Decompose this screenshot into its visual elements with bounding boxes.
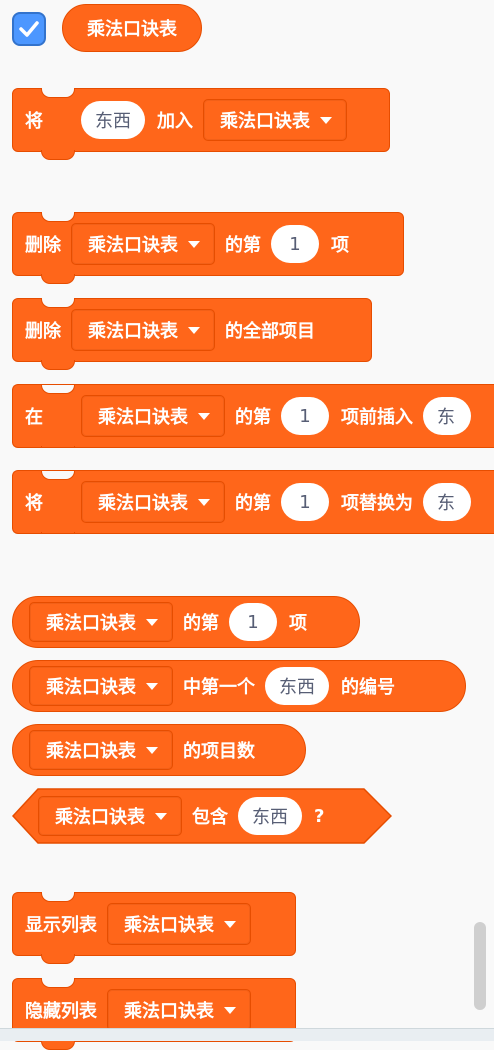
list-dropdown-label: 乘法口诀表 bbox=[46, 613, 136, 634]
value-input[interactable]: 东 bbox=[423, 483, 471, 521]
block-word: ? bbox=[314, 805, 325, 827]
block-word: 项前插入 bbox=[341, 407, 413, 428]
list-dropdown-label: 乘法口诀表 bbox=[98, 407, 188, 428]
list-dropdown-label: 乘法口诀表 bbox=[46, 677, 136, 698]
list-dropdown[interactable]: 乘法口诀表 bbox=[203, 99, 347, 141]
block-word: 中第一个 bbox=[183, 677, 255, 698]
block-word: 隐藏列表 bbox=[25, 1001, 97, 1022]
list-dropdown-label: 乘法口诀表 bbox=[98, 493, 188, 514]
block-word: 的第 bbox=[235, 493, 271, 514]
block-word: 的项目数 bbox=[183, 741, 255, 762]
list-monitor-checkbox[interactable] bbox=[12, 12, 46, 46]
item-of-list-reporter[interactable]: 乘法口诀表 的第 1 项 bbox=[12, 596, 360, 648]
block-word: 项替换为 bbox=[341, 493, 413, 514]
chevron-down-icon bbox=[188, 326, 200, 334]
chevron-down-icon bbox=[224, 1006, 236, 1014]
value-input[interactable]: 东 bbox=[423, 397, 471, 435]
chevron-down-icon bbox=[146, 746, 158, 754]
list-contains-boolean[interactable]: 乘法口诀表 包含 东西 ? bbox=[12, 788, 392, 844]
list-dropdown[interactable]: 乘法口诀表 bbox=[71, 309, 215, 351]
value-input[interactable]: 东西 bbox=[81, 101, 145, 139]
list-dropdown-label: 乘法口诀表 bbox=[124, 915, 214, 936]
list-dropdown[interactable]: 乘法口诀表 bbox=[107, 903, 251, 945]
chevron-down-icon bbox=[320, 116, 332, 124]
list-dropdown[interactable]: 乘法口诀表 bbox=[81, 481, 225, 523]
value-input[interactable]: 东西 bbox=[265, 667, 329, 705]
chevron-down-icon bbox=[188, 240, 200, 248]
insert-at-block[interactable]: 在 乘法口诀表 的第 1 项前插入 东 bbox=[12, 384, 494, 448]
list-dropdown-label: 乘法口诀表 bbox=[88, 321, 178, 342]
block-word: 的第 bbox=[235, 407, 271, 428]
chevron-down-icon bbox=[198, 498, 210, 506]
list-dropdown[interactable]: 乘法口诀表 bbox=[81, 395, 225, 437]
list-dropdown-label: 乘法口诀表 bbox=[88, 235, 178, 256]
item-number-reporter[interactable]: 乘法口诀表 中第一个 东西 的编号 bbox=[12, 660, 466, 712]
value-input[interactable]: 东西 bbox=[238, 797, 302, 835]
list-dropdown-label: 乘法口诀表 bbox=[124, 1001, 214, 1022]
checkmark-icon bbox=[19, 21, 39, 37]
index-input[interactable]: 1 bbox=[281, 483, 329, 521]
block-word: 的第 bbox=[183, 613, 219, 634]
list-reporter-label: 乘法口诀表 bbox=[87, 19, 177, 40]
block-word: 删除 bbox=[25, 235, 61, 256]
delete-item-block[interactable]: 删除 乘法口诀表 的第 1 项 bbox=[12, 212, 404, 284]
list-dropdown[interactable]: 乘法口诀表 bbox=[107, 989, 251, 1031]
index-input[interactable]: 1 bbox=[281, 397, 329, 435]
block-word: 的第 bbox=[225, 235, 261, 256]
index-input[interactable]: 1 bbox=[229, 603, 277, 641]
length-of-list-reporter[interactable]: 乘法口诀表 的项目数 bbox=[12, 724, 306, 776]
index-input[interactable]: 1 bbox=[271, 225, 319, 263]
chevron-down-icon bbox=[198, 412, 210, 420]
palette-scrollbar[interactable] bbox=[474, 922, 486, 1010]
list-dropdown-label: 乘法口诀表 bbox=[46, 741, 136, 762]
block-word: 的全部项目 bbox=[225, 321, 315, 342]
block-word: 删除 bbox=[25, 321, 61, 342]
chevron-down-icon bbox=[146, 682, 158, 690]
block-word: 包含 bbox=[192, 807, 228, 828]
delete-all-block[interactable]: 删除 乘法口诀表 的全部项目 bbox=[12, 298, 372, 370]
palette-bottom-edge bbox=[0, 1028, 494, 1041]
block-word: 项 bbox=[289, 613, 307, 634]
add-to-list-block[interactable]: 将 东西 加入 乘法口诀表 bbox=[12, 88, 390, 160]
chevron-down-icon bbox=[146, 618, 158, 626]
block-word: 显示列表 bbox=[25, 915, 97, 936]
list-dropdown[interactable]: 乘法口诀表 bbox=[71, 223, 215, 265]
block-word: 加入 bbox=[157, 111, 193, 132]
show-list-block[interactable]: 显示列表 乘法口诀表 bbox=[12, 892, 296, 964]
chevron-down-icon bbox=[224, 920, 236, 928]
list-dropdown[interactable]: 乘法口诀表 bbox=[29, 602, 173, 642]
replace-item-block[interactable]: 将 乘法口诀表 的第 1 项替换为 东 bbox=[12, 470, 494, 534]
list-dropdown-label: 乘法口诀表 bbox=[220, 111, 310, 132]
block-word: 将 bbox=[25, 493, 43, 514]
list-dropdown[interactable]: 乘法口诀表 bbox=[38, 796, 182, 836]
list-dropdown[interactable]: 乘法口诀表 bbox=[29, 666, 173, 706]
block-word: 将 bbox=[25, 111, 43, 132]
block-word: 的编号 bbox=[341, 677, 395, 698]
block-word: 项 bbox=[331, 235, 349, 256]
block-word: 在 bbox=[25, 407, 43, 428]
list-reporter[interactable]: 乘法口诀表 bbox=[62, 4, 202, 52]
chevron-down-icon bbox=[155, 812, 167, 820]
list-dropdown-label: 乘法口诀表 bbox=[55, 807, 145, 828]
list-dropdown[interactable]: 乘法口诀表 bbox=[29, 730, 173, 770]
